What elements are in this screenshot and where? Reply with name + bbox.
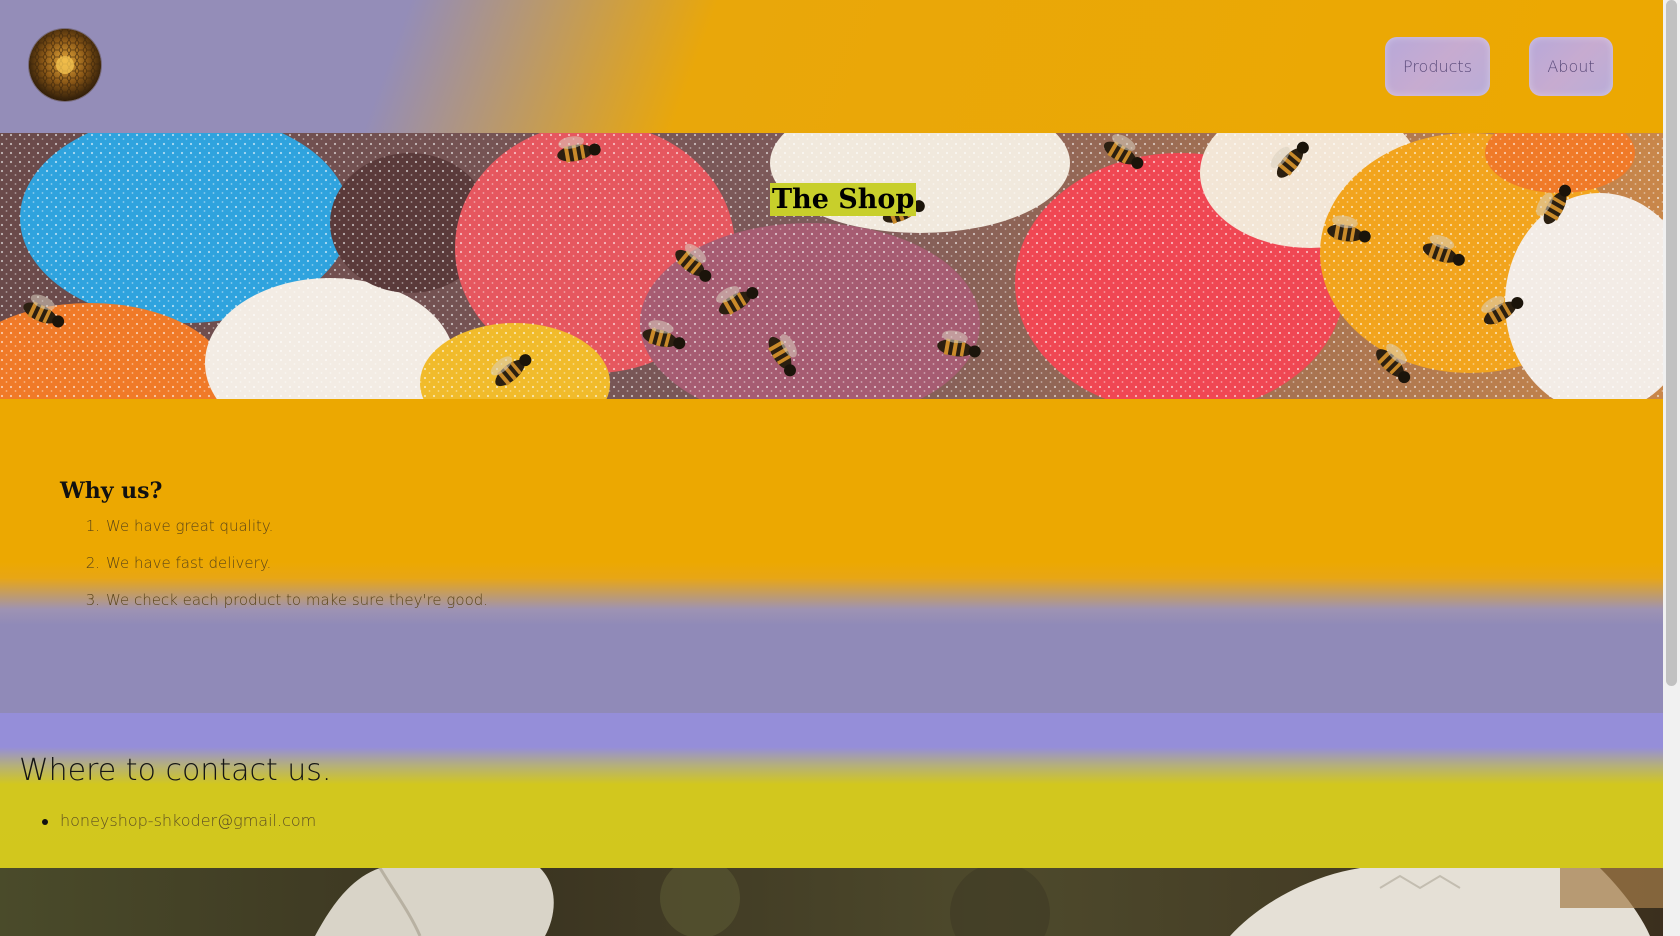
- honeycomb-graphic: [29, 29, 101, 101]
- list-item: 1. We have great quality.: [78, 516, 488, 553]
- hero-banner: The Shop: [0, 133, 1663, 399]
- site-header: Products About: [0, 0, 1663, 133]
- contact-email-item: honeyshop-shkoder@gmail.com: [42, 811, 316, 830]
- why-us-heading: Why us?: [60, 478, 163, 504]
- beekeeper-image: [0, 868, 1663, 936]
- nav-products-button[interactable]: Products: [1385, 37, 1490, 96]
- list-number: 1.: [85, 517, 100, 535]
- list-text: We have fast delivery.: [106, 554, 272, 572]
- list-text: We check each product to make sure they'…: [106, 591, 489, 609]
- list-item: 3. We check each product to make sure the…: [78, 590, 488, 627]
- list-item: 2. We have fast delivery.: [78, 553, 488, 590]
- list-number: 2.: [85, 554, 100, 572]
- contact-list: honeyshop-shkoder@gmail.com: [42, 811, 316, 830]
- hero-title: The Shop: [770, 183, 917, 216]
- list-number: 3.: [85, 591, 100, 609]
- candy-bees-image: [0, 133, 1663, 399]
- scrollbar-thumb[interactable]: [1666, 0, 1677, 686]
- nav-about-button[interactable]: About: [1529, 37, 1613, 96]
- contact-email[interactable]: honeyshop-shkoder@gmail.com: [60, 811, 316, 830]
- honeycomb-logo-icon[interactable]: [29, 29, 101, 101]
- why-us-list: 1. We have great quality. 2. We have fast …: [78, 516, 488, 627]
- bullet-icon: [42, 818, 48, 825]
- beekeeper-photo: [0, 868, 1663, 936]
- page-viewport: Products About The Shop Why us? 1. We ha…: [0, 0, 1663, 936]
- list-text: We have great quality.: [106, 517, 274, 535]
- why-us-section: Why us? 1. We have great quality. 2. We ha…: [0, 399, 1663, 713]
- vertical-scrollbar[interactable]: [1663, 0, 1680, 936]
- contact-heading: Where to contact us.: [19, 753, 332, 788]
- contact-section: Where to contact us. honeyshop-shkoder@g…: [0, 713, 1663, 868]
